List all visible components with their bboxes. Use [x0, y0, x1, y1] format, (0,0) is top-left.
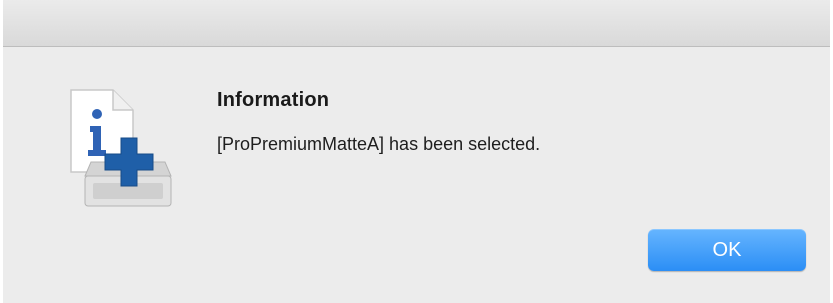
dialog-title: Information [217, 89, 330, 111]
dialog-message: [ProPremiumMatteA] has been selected. [217, 134, 541, 154]
ok-button[interactable]: OK [648, 229, 806, 271]
info-add-icon [70, 89, 172, 207]
information-dialog: Information [ProPremiumMatteA] has been … [3, 0, 830, 303]
dialog-titlebar[interactable] [3, 0, 830, 47]
